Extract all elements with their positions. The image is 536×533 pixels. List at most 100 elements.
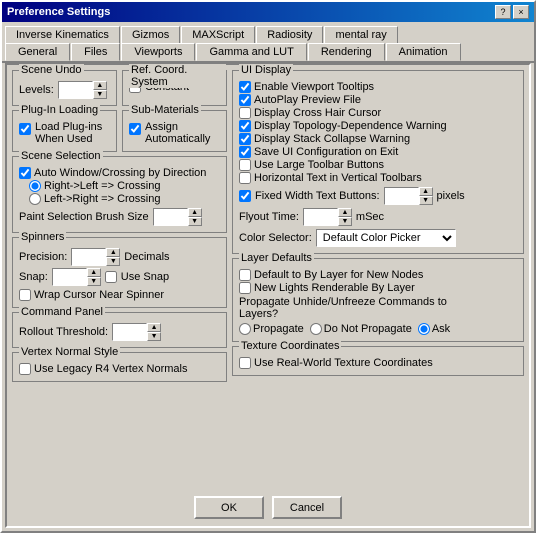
propagate-label2: Layers? [239, 308, 278, 320]
new-lights-checkbox[interactable] [239, 282, 251, 294]
do-not-propagate-radio[interactable] [310, 323, 322, 335]
flyout-spin-down[interactable]: ▼ [338, 217, 352, 226]
assign-automatically-checkbox[interactable] [129, 123, 141, 135]
precision-input[interactable]: 3 [71, 248, 106, 266]
tab-inverse-kinematics[interactable]: Inverse Kinematics [5, 26, 120, 44]
sub-materials-title: Sub-Materials [129, 104, 201, 116]
spinners-group: Spinners Precision: 3 ▲ ▼ Decimals [12, 237, 227, 308]
levels-spin-buttons: ▲ ▼ [93, 81, 107, 99]
snap-label: Snap: [19, 271, 48, 283]
texture-coords-group: Texture Coordinates Use Real-World Textu… [232, 346, 524, 376]
use-snap-checkbox[interactable] [105, 271, 117, 283]
tab-general[interactable]: General [5, 43, 70, 61]
left-panel: Scene Undo Levels: 20 ▲ ▼ [12, 70, 227, 487]
ui-display-group: UI Display Enable Viewport Tooltips Auto… [232, 70, 524, 254]
fixed-width-spin-down[interactable]: ▼ [419, 196, 433, 205]
use-large-toolbar-checkbox[interactable] [239, 159, 251, 171]
auto-window-checkbox[interactable] [19, 167, 31, 179]
propagate-radio[interactable] [239, 323, 251, 335]
command-panel-group: Command Panel Rollout Threshold: 50 ▲ ▼ [12, 312, 227, 348]
precision-spin-down[interactable]: ▼ [106, 257, 120, 266]
button-row: OK Cancel [12, 491, 524, 521]
snap-input[interactable]: 1.0 [52, 268, 87, 286]
levels-spinner: 20 ▲ ▼ [58, 81, 107, 99]
load-plugins-checkbox[interactable] [19, 123, 31, 135]
ref-coord-group: Ref. Coord. System Constant [122, 70, 227, 106]
tab-gamma-lut[interactable]: Gamma and LUT [196, 43, 306, 61]
fixed-width-input[interactable]: 70 [384, 187, 419, 205]
tab-animation[interactable]: Animation [386, 43, 461, 61]
tab-row-1: Inverse Kinematics Gizmos MAXScript Radi… [2, 22, 534, 43]
snap-spin-up[interactable]: ▲ [87, 268, 101, 277]
color-selector-dropdown[interactable]: Default Color Picker [316, 229, 456, 247]
content-area: Scene Undo Levels: 20 ▲ ▼ [5, 63, 531, 528]
display-topology-label: Display Topology-Dependence Warning [254, 120, 447, 132]
precision-spin-up[interactable]: ▲ [106, 248, 120, 257]
flyout-spin-up[interactable]: ▲ [338, 208, 352, 217]
rollout-spin-up[interactable]: ▲ [147, 323, 161, 332]
display-topology-checkbox[interactable] [239, 120, 251, 132]
wrap-cursor-checkbox[interactable] [19, 289, 31, 301]
display-stack-collapse-checkbox[interactable] [239, 133, 251, 145]
right-panel: UI Display Enable Viewport Tooltips Auto… [232, 70, 524, 487]
default-by-layer-checkbox[interactable] [239, 269, 251, 281]
use-legacy-checkbox[interactable] [19, 363, 31, 375]
scene-selection-group: Scene Selection Auto Window/Crossing by … [12, 156, 227, 233]
horizontal-text-label: Horizontal Text in Vertical Toolbars [254, 172, 422, 184]
spinners-title: Spinners [19, 231, 66, 243]
save-ui-config-label: Save UI Configuration on Exit [254, 146, 398, 158]
save-ui-config-checkbox[interactable] [239, 146, 251, 158]
title-bar-controls: ? × [495, 5, 529, 19]
brush-size-spin-up[interactable]: ▲ [188, 208, 202, 217]
cancel-button[interactable]: Cancel [272, 496, 342, 519]
flyout-label: Flyout Time: [239, 211, 299, 223]
wrap-cursor-label: Wrap Cursor Near Spinner [34, 289, 164, 301]
levels-spin-down[interactable]: ▼ [93, 90, 107, 99]
tab-maxscript[interactable]: MAXScript [181, 26, 255, 44]
tab-mental-ray[interactable]: mental ray [324, 26, 397, 44]
display-cross-hair-checkbox[interactable] [239, 107, 251, 119]
rollout-input[interactable]: 50 [112, 323, 147, 341]
flyout-input[interactable]: 300 [303, 208, 338, 226]
tab-radiosity[interactable]: Radiosity [256, 26, 323, 44]
use-real-world-label: Use Real-World Texture Coordinates [254, 357, 433, 369]
rollout-spin-buttons: ▲ ▼ [147, 323, 161, 341]
ok-button[interactable]: OK [194, 496, 264, 519]
brush-size-input[interactable]: 20 [153, 208, 188, 226]
brush-size-spin-down[interactable]: ▼ [188, 217, 202, 226]
auto-window-label: Auto Window/Crossing by Direction [34, 167, 206, 179]
ui-display-title: UI Display [239, 64, 293, 76]
tab-files[interactable]: Files [71, 43, 120, 61]
right-left-radio[interactable] [29, 180, 41, 192]
rollout-spin-down[interactable]: ▼ [147, 332, 161, 341]
autoplay-preview-checkbox[interactable] [239, 94, 251, 106]
decimals-label: Decimals [124, 251, 169, 263]
left-right-label: Left->Right => Crossing [44, 193, 160, 205]
enable-viewport-tooltips-checkbox[interactable] [239, 81, 251, 93]
fixed-width-spinner: 70 ▲ ▼ [384, 187, 433, 205]
flyout-spin-buttons: ▲ ▼ [338, 208, 352, 226]
levels-input[interactable]: 20 [58, 81, 93, 99]
brush-size-spinner: 20 ▲ ▼ [153, 208, 202, 226]
tab-rendering[interactable]: Rendering [308, 43, 385, 61]
snap-spin-buttons: ▲ ▼ [87, 268, 101, 286]
use-real-world-checkbox[interactable] [239, 357, 251, 369]
command-panel-title: Command Panel [19, 306, 105, 318]
ask-radio[interactable] [418, 323, 430, 335]
fixed-width-checkbox[interactable] [239, 190, 251, 202]
precision-spin-buttons: ▲ ▼ [106, 248, 120, 266]
levels-spin-up[interactable]: ▲ [93, 81, 107, 90]
close-button[interactable]: × [513, 5, 529, 19]
left-right-radio[interactable] [29, 193, 41, 205]
plugin-loading-title: Plug-In Loading [19, 104, 100, 116]
enable-viewport-tooltips-label: Enable Viewport Tooltips [254, 81, 374, 93]
layer-defaults-title: Layer Defaults [239, 252, 314, 264]
use-snap-label: Use Snap [121, 271, 169, 283]
fixed-width-spin-up[interactable]: ▲ [419, 187, 433, 196]
snap-spin-down[interactable]: ▼ [87, 277, 101, 286]
horizontal-text-checkbox[interactable] [239, 172, 251, 184]
tab-viewports[interactable]: Viewports [121, 43, 195, 61]
help-button[interactable]: ? [495, 5, 511, 19]
tab-gizmos[interactable]: Gizmos [121, 26, 180, 44]
scene-undo-group: Scene Undo Levels: 20 ▲ ▼ [12, 70, 117, 106]
